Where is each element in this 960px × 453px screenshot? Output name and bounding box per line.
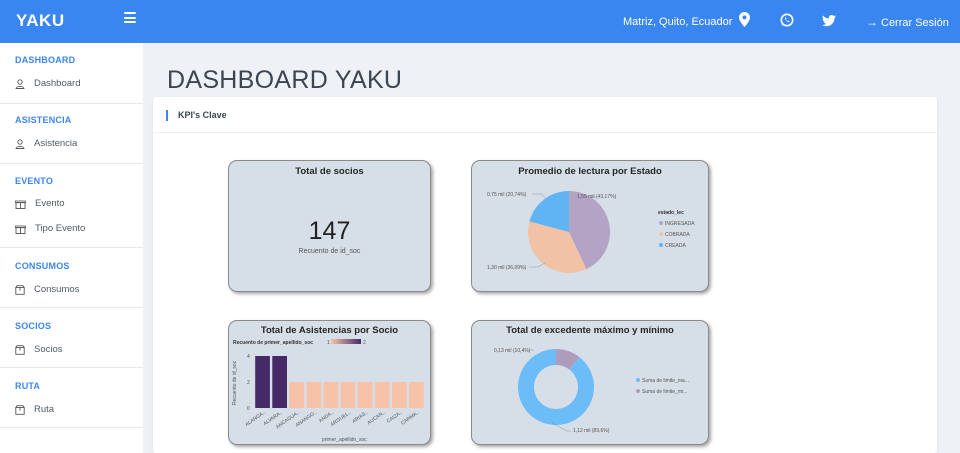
bar[interactable] (289, 382, 305, 408)
donut-chart-tile[interactable]: Total de excedente máximo y mínimo 0,13 … (471, 320, 709, 445)
sidebar-item-label: Asistencia (34, 138, 78, 149)
bar[interactable] (374, 382, 390, 408)
bar[interactable] (306, 382, 322, 408)
legend-item-creada: CREADA (665, 243, 687, 249)
pie-chart-tile[interactable]: Promedio de lectura por Estado 0,75 mil … (471, 160, 709, 292)
donut-data-label: 1,12 mil (89,6%) (573, 428, 610, 434)
sidebar-section-socios: SOCIOS (15, 321, 52, 331)
sidebar-item-label: Dashboard (34, 78, 81, 89)
page-title: DASHBOARD YAKU (167, 66, 403, 94)
x-tick-label: ALANGA.. (244, 410, 266, 428)
sidebar-item-label: Tipo Evento (35, 223, 86, 234)
pie-chart: 0,75 mil (20,74%) 1,55 mil (43,17%) 1,30… (487, 191, 695, 273)
sidebar-item-dashboard[interactable]: Dashboard (15, 78, 80, 89)
sidebar-section-consumos: CONSUMOS (15, 261, 70, 271)
card-header: KPI's Clave (153, 97, 937, 133)
x-tick-label: AUCAN.. (366, 410, 386, 427)
leader-line (532, 193, 546, 199)
tile-title: Total de socios (295, 166, 364, 177)
donut-data-label: 0,13 mil (10,4%) (494, 348, 531, 354)
sidebar-item-label: Consumos (34, 284, 80, 295)
legend-max: 2 (363, 340, 366, 346)
sidebar: DASHBOARD Dashboard ASISTENCIA Asistenci… (0, 43, 143, 453)
bar[interactable] (391, 382, 407, 408)
sidebar-section-dashboard: DASHBOARD (15, 55, 76, 65)
pie-data-label: 0,75 mil (20,74%) (487, 192, 527, 198)
leader-line (529, 262, 546, 268)
kpi-total-socios-tile[interactable]: Total de socios 147 Recuento de id_soc (228, 160, 431, 292)
sidebar-section-asistencia: ASISTENCIA (15, 115, 72, 125)
legend-swatch-limite-min (636, 389, 640, 393)
legend-item-cobrada: COBRADA (665, 232, 690, 238)
sidebar-item-evento[interactable]: Evento (15, 198, 65, 209)
hamburger-icon[interactable] (124, 12, 136, 23)
bar[interactable] (340, 382, 356, 408)
legend-gradient (331, 339, 361, 344)
logout-button[interactable]: → Cerrar Sesión (866, 15, 949, 29)
user-icon (15, 78, 25, 89)
sidebar-item-label: Ruta (34, 404, 55, 415)
sidebar-item-consumos[interactable]: Consumos (15, 284, 79, 295)
kpi-label: Recuento de id_soc (298, 248, 361, 255)
legend-swatch-cobrada (659, 232, 663, 236)
y-axis-label: Recuento de id_soc (232, 360, 238, 405)
sidebar-section-ruta: RUTA (15, 381, 41, 391)
sidebar-item-asistencia[interactable]: Asistencia (15, 138, 77, 149)
bar-chart: Recuento de primer_apellido_soc 1 2 Recu… (232, 339, 424, 443)
legend-swatch-ingresada (659, 221, 663, 225)
sidebar-section-evento: EVENTO (15, 176, 54, 186)
box-icon (15, 404, 25, 415)
gift-icon (15, 200, 26, 209)
x-tick-label: CARMA.. (400, 410, 421, 427)
donut-chart: 0,13 mil (10,4%) 1,12 mil (89,6%) Suma d… (494, 348, 689, 434)
sidebar-item-label: Evento (35, 198, 65, 209)
sidebar-item-socios[interactable]: Socios (15, 344, 63, 355)
whatsapp-icon[interactable] (780, 13, 794, 32)
box-icon (15, 284, 25, 295)
pie-data-label: 1,30 mil (36,09%) (487, 265, 527, 271)
sidebar-item-label: Socios (34, 344, 63, 355)
sidebar-item-tipo-evento[interactable]: Tipo Evento (15, 223, 85, 234)
box-icon (15, 344, 25, 355)
y-tick-label: 0 (247, 406, 250, 412)
legend-min: 1 (327, 340, 330, 346)
twitter-icon[interactable] (822, 14, 836, 32)
legend-item-limite-min: Suma de limite_mi... (642, 389, 687, 395)
bar[interactable] (255, 356, 270, 408)
top-navbar: YAKU Matriz, Quito, Ecuador → Cerrar Sesi… (0, 0, 960, 43)
bar[interactable] (357, 382, 373, 408)
legend-title: estado_lec (658, 210, 684, 216)
pie-data-label: 1,55 mil (43,17%) (577, 194, 617, 200)
gift-icon (15, 225, 26, 234)
map-pin-icon[interactable] (739, 12, 750, 32)
legend-item-limite-max: Suma de limite_ma... (642, 378, 689, 384)
legend-swatch-creada (659, 243, 663, 247)
legend-item-ingresada: INGRESADA (665, 221, 695, 227)
bar[interactable] (409, 382, 424, 408)
legend-title: Recuento de primer_apellido_soc (233, 340, 313, 346)
bar[interactable] (272, 356, 288, 408)
x-axis-label: primer_apellido_soc (322, 437, 367, 443)
card-title: KPI's Clave (178, 110, 227, 120)
kpi-card: KPI's Clave Total de socios 147 Recuento… (153, 97, 937, 453)
legend-swatch-limite-max (636, 378, 640, 382)
location-text: Matriz, Quito, Ecuador (623, 16, 733, 28)
user-icon (15, 138, 25, 149)
kpi-value: 147 (308, 217, 351, 245)
bar-chart-tile[interactable]: Total de Asistencias por Socio Recuento … (228, 320, 431, 445)
y-tick-label: 4 (247, 354, 250, 360)
logout-label: Cerrar Sesión (881, 17, 949, 29)
bar[interactable] (323, 382, 339, 408)
brand-logo[interactable]: YAKU (16, 11, 65, 31)
arrow-right-icon: → (866, 15, 878, 29)
y-tick-label: 2 (247, 380, 250, 386)
sidebar-item-ruta[interactable]: Ruta (15, 404, 54, 415)
